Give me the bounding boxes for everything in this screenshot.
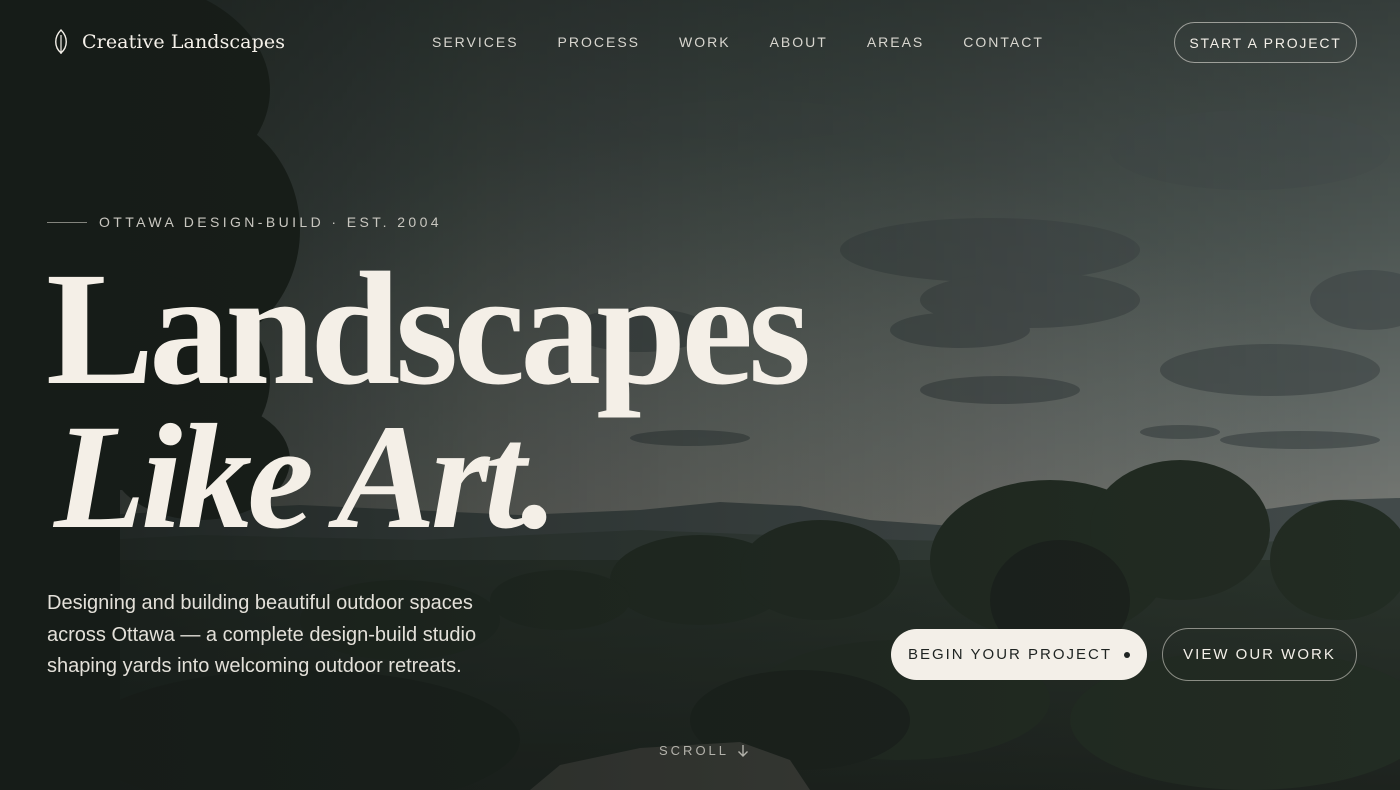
- begin-project-label: BEGIN YOUR PROJECT: [907, 646, 1113, 663]
- begin-project-button[interactable]: BEGIN YOUR PROJECT: [891, 629, 1147, 680]
- hero-subcopy: Designing and building beautiful outdoor…: [47, 592, 477, 677]
- top-navigation: Creative Landscapes SERVICES PROCESS WOR…: [0, 0, 1400, 86]
- nav-link-about[interactable]: ABOUT: [770, 34, 828, 50]
- start-project-button[interactable]: START A PROJECT: [1174, 22, 1357, 63]
- leaf-icon: [55, 29, 67, 54]
- headline-line-1: Landscapes: [46, 240, 811, 419]
- nav-link-work[interactable]: WORK: [679, 34, 731, 50]
- nav-link-contact[interactable]: CONTACT: [963, 34, 1044, 50]
- brand-name: Creative Landscapes: [82, 31, 286, 53]
- dot-icon: [1124, 651, 1131, 658]
- main-menu: SERVICES PROCESS WORK ABOUT AREAS CONTAC…: [432, 34, 1044, 50]
- eyebrow-text: OTTAWA DESIGN-BUILD · EST. 2004: [99, 214, 442, 230]
- eyebrow-divider: [47, 221, 87, 223]
- hero-headline: Landscapes Like Art.: [46, 240, 811, 560]
- arrow-down-icon: [738, 744, 749, 757]
- view-work-button[interactable]: VIEW OUR WORK: [1162, 628, 1357, 681]
- hero-section: Creative Landscapes SERVICES PROCESS WOR…: [0, 0, 1400, 790]
- nav-link-areas[interactable]: AREAS: [867, 34, 924, 50]
- nav-link-process[interactable]: PROCESS: [558, 34, 640, 50]
- scroll-label: SCROLL: [659, 743, 730, 758]
- nav-link-services[interactable]: SERVICES: [432, 34, 519, 50]
- brand-logo[interactable]: Creative Landscapes: [50, 29, 285, 55]
- headline-line-2: Like Art.: [54, 394, 558, 560]
- hero-eyebrow: OTTAWA DESIGN-BUILD · EST. 2004: [47, 214, 442, 230]
- scroll-indicator[interactable]: SCROLL: [659, 743, 749, 758]
